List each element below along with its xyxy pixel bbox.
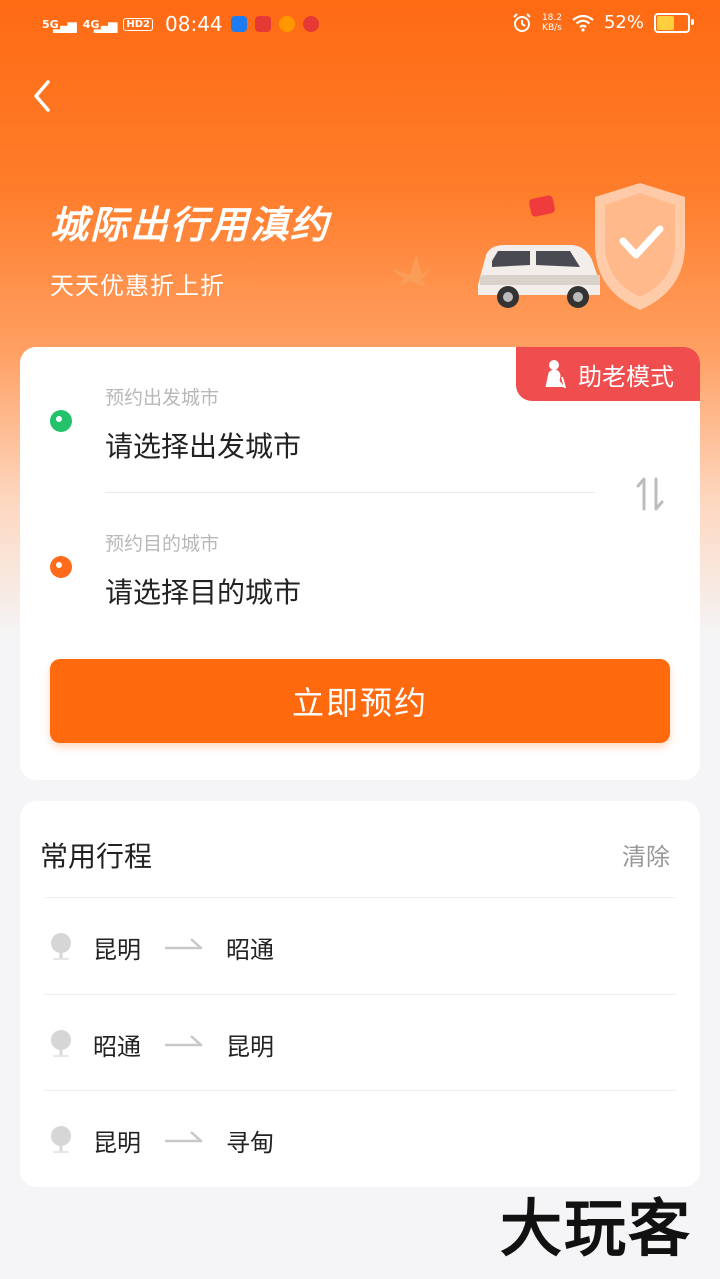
destination-city-field[interactable]: 请选择目的城市: [105, 571, 301, 611]
app-notification-icon: [278, 16, 295, 32]
alarm-icon: [513, 12, 531, 32]
hd-icon: HD2: [123, 17, 154, 31]
destination-label: 预约目的城市: [105, 533, 220, 555]
app-notification-icon: [254, 16, 271, 32]
battery-percent: 52%: [603, 12, 644, 33]
departure-city-field[interactable]: 请选择出发城市: [105, 425, 301, 465]
clear-button[interactable]: 清除: [622, 837, 670, 872]
back-arrow-icon[interactable]: [22, 72, 66, 120]
book-now-button[interactable]: 立即预约: [50, 659, 670, 743]
trip-to: 昆明: [226, 1033, 274, 1061]
trip-to: 昭通: [226, 936, 274, 964]
signal-4g-icon: 4G ▂▄▆: [82, 17, 118, 33]
trip-to: 寻甸: [226, 1129, 274, 1157]
frequent-trips-title: 常用行程: [40, 840, 153, 873]
route-arrow-icon: [165, 1035, 203, 1047]
divider: [105, 492, 595, 493]
watermark: 大玩客: [500, 1192, 693, 1265]
trip-from: 昆明: [93, 1129, 141, 1157]
network-speed: 18.2 KB/s: [541, 12, 562, 33]
trip-item[interactable]: 昆明 昭通: [45, 897, 675, 994]
location-pin-icon: [51, 1126, 71, 1153]
trip-item[interactable]: 昆明 寻甸: [45, 1090, 675, 1187]
route-arrow-icon: [165, 938, 203, 950]
app-notification-icon: [302, 16, 319, 32]
elder-mode-button[interactable]: 助老模式: [516, 347, 700, 401]
booking-card: 助老模式 预约出发城市 请选择出发城市 预约目的城市 请选择目的城市 立即预约: [20, 347, 700, 780]
status-bar: 5G ▂▄▆ 4G ▂▄▆ HD2 08:44 18.2 KB/s 52%: [0, 0, 720, 50]
swap-cities-icon[interactable]: [634, 475, 666, 513]
battery-icon: [654, 12, 694, 33]
departure-dot-icon: [50, 410, 72, 432]
elderly-person-icon: [545, 360, 566, 389]
route-arrow-icon: [165, 1131, 203, 1143]
destination-dot-icon: [50, 556, 72, 578]
hero-subtitle: 天天优惠折上折: [50, 272, 225, 300]
status-time: 08:44: [165, 12, 223, 36]
hero-title: 城际出行用滇约: [50, 203, 331, 247]
trip-item[interactable]: 昭通 昆明: [45, 994, 675, 1091]
trip-from: 昭通: [93, 1033, 141, 1061]
departure-label: 预约出发城市: [105, 387, 220, 409]
trip-from: 昆明: [93, 936, 141, 964]
signal-5g-icon: 5G ▂▄▆: [42, 17, 77, 33]
frequent-trips-card: 常用行程 清除 昆明 昭通 昭通 昆明 昆明 寻甸: [20, 801, 700, 1187]
app-notification-icon: [230, 16, 247, 32]
location-pin-icon: [51, 933, 71, 960]
wifi-icon: [572, 14, 594, 32]
car-shield-illustration: [392, 183, 685, 310]
elder-mode-label: 助老模式: [578, 362, 674, 391]
location-pin-icon: [51, 1030, 71, 1057]
